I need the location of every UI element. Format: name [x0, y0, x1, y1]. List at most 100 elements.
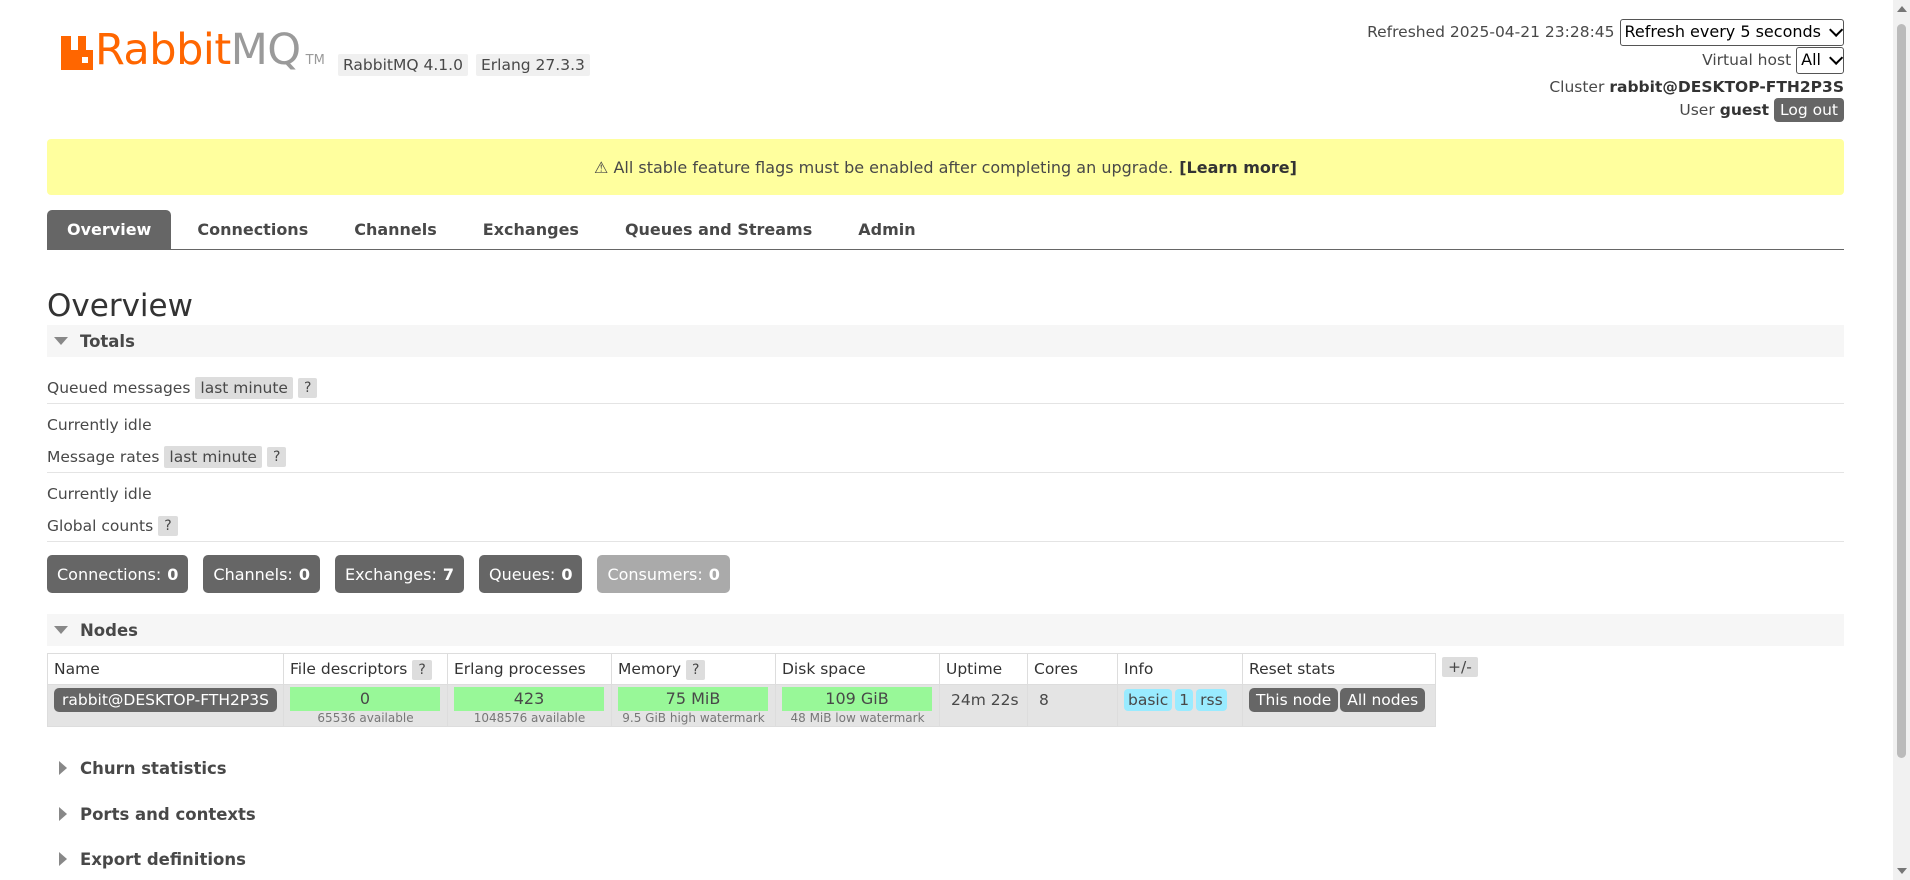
expand-triangle-icon: [59, 807, 67, 821]
count-value: 7: [442, 564, 455, 584]
exchanges-count-button[interactable]: Exchanges: 7: [334, 555, 465, 593]
count-label: Exchanges:: [344, 564, 437, 584]
feature-flags-warning-banner: ⚠ All stable feature flags must be enabl…: [47, 139, 1844, 195]
node-name-link[interactable]: rabbit@DESKTOP-FTH2P3S: [54, 688, 277, 712]
totals-section-header[interactable]: Totals: [47, 325, 1844, 357]
tab-overview[interactable]: Overview: [47, 210, 172, 249]
tab-exchanges[interactable]: Exchanges: [463, 210, 599, 249]
nodes-table: Name File descriptors? Erlang processes …: [47, 653, 1436, 727]
global-counts-help-button[interactable]: ?: [158, 516, 178, 536]
consumers-count-button[interactable]: Consumers: 0: [597, 555, 730, 593]
reset-stats-cell: This node All nodes: [1242, 684, 1436, 727]
page-title: Overview: [47, 288, 193, 324]
channels-count-button[interactable]: Channels: 0: [203, 555, 320, 593]
refreshed-timestamp: Refreshed 2025-04-21 23:28:45: [1367, 23, 1615, 41]
scrollbar-thumb[interactable]: [1897, 24, 1906, 758]
count-label: Queues:: [489, 564, 556, 584]
reset-all-nodes-button[interactable]: All nodes: [1340, 688, 1426, 712]
memory-cell: 75 MiB 9.5 GiB high watermark: [611, 684, 776, 727]
info-badge-basic: basic: [1124, 689, 1173, 711]
count-label: Consumers:: [607, 564, 703, 584]
erlang-version-badge: Erlang 27.3.3: [476, 54, 590, 76]
refresh-interval-select[interactable]: Refresh every 5 seconds: [1619, 18, 1844, 46]
cluster-label: Cluster: [1549, 78, 1605, 96]
column-header-memory: Memory?: [611, 653, 776, 685]
count-value: 0: [708, 564, 720, 584]
rabbitmq-logo[interactable]: RabbitMQ TM: [61, 29, 325, 72]
message-rates-help-button[interactable]: ?: [266, 447, 287, 467]
scroll-down-arrow-icon[interactable]: [1897, 868, 1907, 874]
export-definitions-section-header[interactable]: Export definitions: [47, 843, 1844, 875]
file-descriptors-help-button[interactable]: ?: [412, 660, 432, 680]
queues-count-button[interactable]: Queues: 0: [479, 555, 583, 593]
logo-rabbit-text: Rabbit: [95, 25, 231, 75]
disk-space-bar: 109 GiB: [782, 687, 932, 711]
message-rates-status: Currently idle: [47, 485, 152, 503]
count-value: 0: [298, 564, 310, 584]
uptime-cell: 24m 22s: [939, 684, 1028, 727]
toggle-columns-button[interactable]: +/-: [1442, 657, 1478, 677]
learn-more-link[interactable]: [Learn more]: [1179, 158, 1297, 177]
reset-this-node-button[interactable]: This node: [1249, 688, 1339, 712]
logout-button[interactable]: Log out: [1774, 98, 1844, 122]
message-rates-range-toggle[interactable]: last minute: [164, 446, 262, 468]
column-header-cores: Cores: [1027, 653, 1118, 685]
ports-and-contexts-section-header[interactable]: Ports and contexts: [47, 798, 1844, 830]
virtual-host-label: Virtual host: [1702, 51, 1792, 69]
tab-connections[interactable]: Connections: [177, 210, 328, 249]
tab-admin[interactable]: Admin: [838, 210, 935, 249]
queued-messages-help-button[interactable]: ?: [297, 378, 318, 398]
file-descriptors-bar: 0: [290, 687, 440, 711]
node-name-cell: rabbit@DESKTOP-FTH2P3S: [47, 684, 284, 727]
info-badge-count: 1: [1175, 689, 1194, 711]
logo-trademark: TM: [305, 53, 325, 68]
global-counts: Connections: 0 Channels: 0 Exchanges: 7 Que…: [47, 555, 745, 593]
cores-cell: 8: [1027, 684, 1118, 727]
erlang-processes-available: 1048576 available: [473, 711, 586, 725]
virtual-host-select[interactable]: All: [1796, 46, 1844, 74]
refresh-interval-value: Refresh every 5 seconds: [1624, 22, 1821, 41]
count-value: 0: [167, 564, 179, 584]
queued-messages-status: Currently idle: [47, 416, 152, 434]
column-header-erlang-processes: Erlang processes: [447, 653, 612, 685]
nodes-title: Nodes: [80, 620, 138, 640]
erlang-processes-bar: 423: [454, 687, 604, 711]
count-value: 0: [561, 564, 573, 584]
scroll-up-arrow-icon[interactable]: [1897, 6, 1907, 12]
banner-text: ⚠ All stable feature flags must be enabl…: [594, 157, 1174, 177]
collapse-triangle-icon: [54, 337, 68, 345]
totals-title: Totals: [80, 331, 135, 351]
table-row: rabbit@DESKTOP-FTH2P3S 0 65536 available…: [47, 684, 1436, 727]
file-descriptors-available: 65536 available: [317, 711, 414, 725]
logo-mq-text: MQ: [230, 25, 301, 75]
ports-and-contexts-title: Ports and contexts: [80, 804, 256, 824]
info-cell: basic 1 rss: [1117, 684, 1243, 727]
global-counts-label: Global counts: [47, 517, 154, 535]
user-name: guest: [1719, 101, 1769, 119]
count-label: Connections:: [57, 564, 162, 584]
user-label: User: [1679, 101, 1715, 119]
memory-bar: 75 MiB: [618, 687, 768, 711]
vertical-scrollbar[interactable]: [1893, 0, 1910, 880]
queued-messages-range-toggle[interactable]: last minute: [195, 377, 293, 399]
tab-channels[interactable]: Channels: [334, 210, 457, 249]
memory-watermark: 9.5 GiB high watermark: [622, 711, 765, 725]
column-header-reset-stats: Reset stats: [1242, 653, 1436, 685]
file-descriptors-cell: 0 65536 available: [283, 684, 448, 727]
memory-help-button[interactable]: ?: [686, 660, 706, 680]
queued-messages-label: Queued messages: [47, 379, 191, 397]
rabbit-logo-icon: [61, 36, 93, 70]
expand-triangle-icon: [59, 761, 67, 775]
info-badge-rss: rss: [1196, 689, 1227, 711]
churn-statistics-title: Churn statistics: [80, 758, 227, 778]
churn-statistics-section-header[interactable]: Churn statistics: [47, 752, 1844, 784]
column-header-info: Info: [1117, 653, 1243, 685]
erlang-processes-cell: 423 1048576 available: [447, 684, 612, 727]
connections-count-button[interactable]: Connections: 0: [47, 555, 189, 593]
count-label: Channels:: [213, 564, 293, 584]
message-rates-header: Message rates last minute ?: [47, 442, 1844, 473]
nodes-section-header[interactable]: Nodes: [47, 614, 1844, 646]
tab-queues-and-streams[interactable]: Queues and Streams: [605, 210, 832, 249]
column-header-file-descriptors: File descriptors?: [283, 653, 448, 685]
table-header-row: Name File descriptors? Erlang processes …: [47, 653, 1436, 685]
